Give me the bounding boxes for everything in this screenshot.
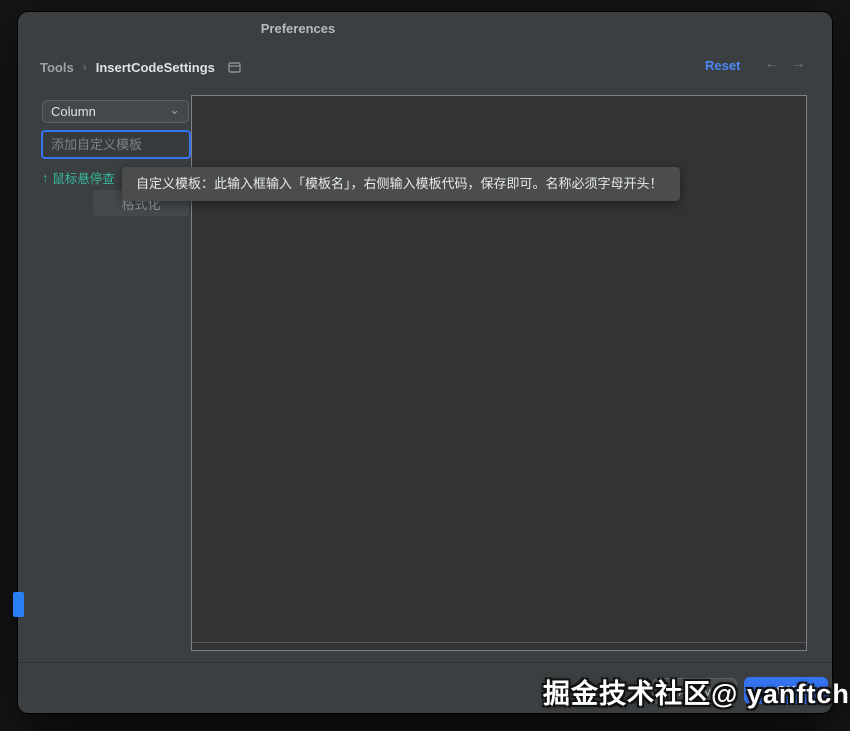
footer-divider (18, 662, 832, 663)
screen: Preferences Tools › InsertCodeSettings R… (0, 0, 850, 731)
window-title: Preferences (260, 21, 336, 36)
breadcrumb-page-title: InsertCodeSettings (95, 59, 215, 75)
hover-hint-link[interactable]: ↑ 鼠标悬停查 (42, 168, 115, 187)
editor-horizontal-scrollbar[interactable] (192, 642, 806, 643)
reset-button[interactable]: Reset (705, 58, 740, 73)
hover-hint-label: 鼠标悬停查 (52, 172, 115, 186)
chevron-down-icon: ⌄ (169, 101, 180, 117)
breadcrumb-separator-icon: › (82, 60, 87, 74)
forward-arrow-icon[interactable]: → (790, 55, 806, 73)
template-name-input[interactable] (41, 130, 191, 159)
preferences-window: Preferences Tools › InsertCodeSettings R… (18, 12, 832, 713)
template-type-dropdown[interactable]: Column ⌄ (42, 100, 189, 123)
apply-button[interactable]: Apply (652, 678, 737, 704)
dropdown-selected-value: Column (51, 104, 96, 119)
breadcrumb: Tools › InsertCodeSettings (40, 57, 241, 77)
left-edge-badge (13, 592, 24, 617)
template-help-tooltip: 自定义模板：此输入框输入「模板名」，右侧输入模板代码，保存即可。名称必须字母开头… (122, 167, 680, 201)
back-arrow-icon[interactable]: ← (764, 55, 780, 73)
up-arrow-icon: ↑ (42, 170, 49, 185)
breadcrumb-page-icon (228, 61, 241, 73)
ok-button[interactable]: OK (744, 677, 828, 704)
breadcrumb-tools[interactable]: Tools (40, 60, 74, 75)
